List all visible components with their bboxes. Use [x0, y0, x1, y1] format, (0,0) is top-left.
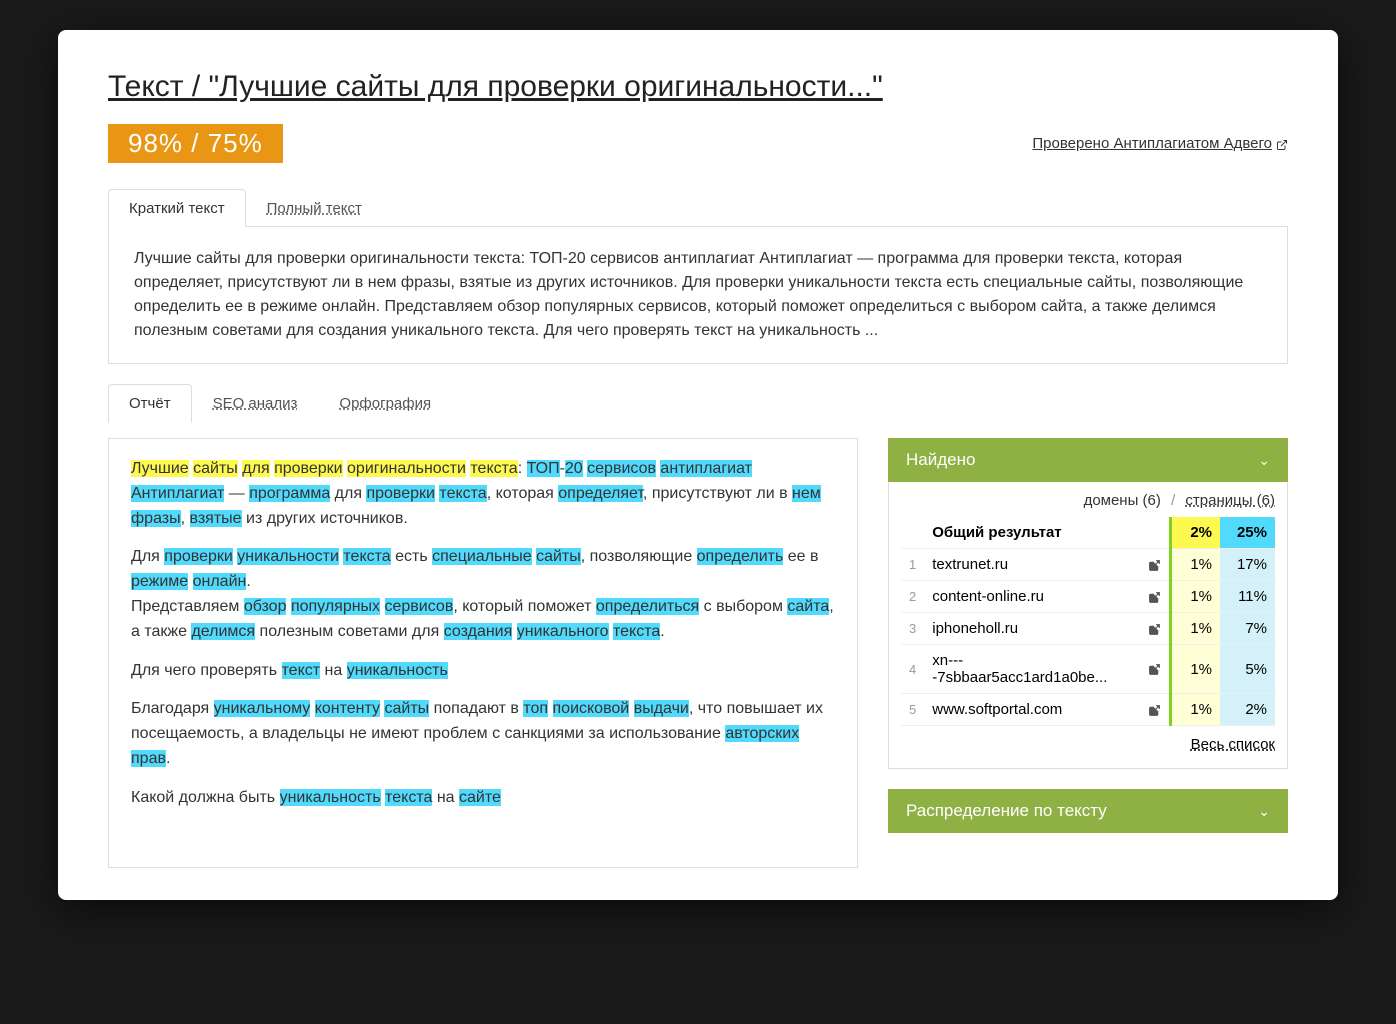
- text-tabs: Краткий текст Полный текст: [108, 188, 1288, 227]
- total-label: Общий результат: [924, 517, 1139, 549]
- chevron-down-icon: ⌄: [1258, 803, 1270, 820]
- domain-name: content-online.ru: [924, 581, 1139, 613]
- row-index: 4: [901, 645, 924, 694]
- domain-name: www.softportal.com: [924, 694, 1139, 726]
- table-row[interactable]: 1textrunet.ru 1%17%: [901, 549, 1275, 581]
- domain-name: iphoneholl.ru: [924, 613, 1139, 645]
- percent-2: 7%: [1220, 613, 1275, 645]
- percent-2: 5%: [1220, 645, 1275, 694]
- score-badge: 98% / 75%: [108, 124, 283, 163]
- percent-1: 1%: [1170, 613, 1220, 645]
- filter-row: домены (6) / страницы (6): [901, 492, 1275, 509]
- table-row-total: Общий результат 2% 25%: [901, 517, 1275, 549]
- table-row[interactable]: 5www.softportal.com 1%2%: [901, 694, 1275, 726]
- distribution-panel-header[interactable]: Распределение по тексту ⌄: [888, 789, 1288, 833]
- percent-2: 2%: [1220, 694, 1275, 726]
- checked-by-link[interactable]: Проверено Антиплагиатом Адвего: [1032, 135, 1288, 152]
- chevron-down-icon: ⌄: [1258, 452, 1270, 469]
- table-row[interactable]: 2content-online.ru 1%11%: [901, 581, 1275, 613]
- domains-filter[interactable]: домены (6): [1084, 492, 1161, 509]
- report-tabs: Отчёт SEO анализ Орфография: [108, 384, 1288, 423]
- external-link-icon: [1276, 138, 1288, 150]
- distribution-label: Распределение по тексту: [906, 801, 1107, 821]
- external-link-icon[interactable]: [1140, 694, 1171, 726]
- table-row[interactable]: 4xn----7sbbaar5acc1ard1a0be... 1%5%: [901, 645, 1275, 694]
- domains-table: Общий результат 2% 25% 1textrunet.ru1%17…: [901, 517, 1275, 726]
- percent-1: 1%: [1170, 581, 1220, 613]
- highlighted-text-panel[interactable]: Лучшие сайты для проверки оригинальности…: [108, 438, 858, 868]
- percent-2: 11%: [1220, 581, 1275, 613]
- sidebar: Найдено ⌄ домены (6) / страницы (6) Общи…: [888, 438, 1288, 868]
- found-header-label: Найдено: [906, 450, 975, 470]
- external-link-icon[interactable]: [1140, 613, 1171, 645]
- domain-name: textrunet.ru: [924, 549, 1139, 581]
- tab-spell[interactable]: Орфография: [318, 384, 452, 423]
- row-index: 1: [901, 549, 924, 581]
- domain-name: xn----7sbbaar5acc1ard1a0be...: [924, 645, 1139, 694]
- total-p2: 25%: [1220, 517, 1275, 549]
- summary-text: Лучшие сайты для проверки оригинальности…: [108, 227, 1288, 364]
- found-panel-body: домены (6) / страницы (6) Общий результа…: [888, 482, 1288, 769]
- external-link-icon[interactable]: [1140, 581, 1171, 613]
- found-panel-header[interactable]: Найдено ⌄: [888, 438, 1288, 482]
- percent-1: 1%: [1170, 549, 1220, 581]
- tab-short-text[interactable]: Краткий текст: [108, 189, 246, 227]
- content-row: Лучшие сайты для проверки оригинальности…: [108, 438, 1288, 868]
- percent-2: 17%: [1220, 549, 1275, 581]
- page-title: Текст / "Лучшие сайты для проверки ориги…: [108, 70, 1288, 104]
- pages-filter[interactable]: страницы (6): [1185, 492, 1275, 509]
- tab-full-text[interactable]: Полный текст: [246, 189, 383, 227]
- table-row[interactable]: 3iphoneholl.ru 1%7%: [901, 613, 1275, 645]
- tab-seo[interactable]: SEO анализ: [192, 384, 319, 423]
- app-window: Текст / "Лучшие сайты для проверки ориги…: [58, 30, 1338, 900]
- percent-1: 1%: [1170, 645, 1220, 694]
- row-index: 5: [901, 694, 924, 726]
- all-list-link[interactable]: Весь список: [901, 736, 1275, 753]
- total-p1: 2%: [1170, 517, 1220, 549]
- row-index: 2: [901, 581, 924, 613]
- percent-1: 1%: [1170, 694, 1220, 726]
- row-index: 3: [901, 613, 924, 645]
- external-link-icon[interactable]: [1140, 549, 1171, 581]
- checked-by-label: Проверено Антиплагиатом Адвего: [1032, 135, 1272, 152]
- tab-report[interactable]: Отчёт: [108, 384, 192, 423]
- header-row: 98% / 75% Проверено Антиплагиатом Адвего: [108, 124, 1288, 163]
- external-link-icon[interactable]: [1140, 645, 1171, 694]
